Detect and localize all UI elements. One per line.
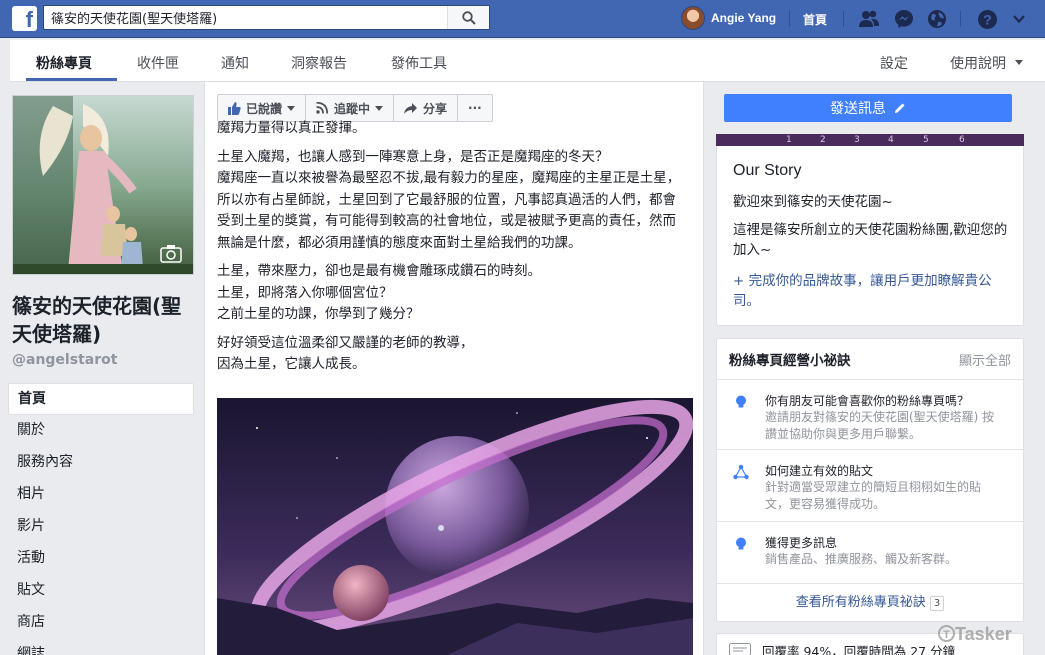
facebook-logo-icon[interactable]: f <box>12 6 37 31</box>
tip-item[interactable]: 獲得更多訊息 銷售產品、推廣服務、觸及新客群。 <box>717 521 1023 583</box>
left-nav-events[interactable]: 活動 <box>8 543 194 575</box>
search-button[interactable] <box>447 6 489 29</box>
see-all-tips-link[interactable]: 查看所有粉絲專頁祕訣 3 <box>717 583 1023 621</box>
strip-number: 2 <box>820 135 826 145</box>
tab-inbox[interactable]: 收件匣 <box>137 53 179 73</box>
tip-title: 如何建立有效的貼文 <box>765 464 874 478</box>
strip-number: 1 <box>786 135 792 145</box>
strip-number: 5 <box>923 135 929 145</box>
user-name-link[interactable]: Angie Yang <box>711 11 776 25</box>
svg-text:?: ? <box>983 11 992 27</box>
pencil-icon <box>895 103 905 113</box>
post-body: 魔羯力量得以真正發揮。 土星入魔羯，也讓人感到一陣寒意上身，是否正是魔羯座的冬天… <box>217 120 687 383</box>
tab-page[interactable]: 粉絲專頁 <box>36 53 92 73</box>
caret-down-icon[interactable] <box>1008 8 1030 30</box>
profile-picture[interactable] <box>12 95 194 275</box>
friends-icon[interactable] <box>858 8 880 30</box>
tip-title: 你有朋友可能會喜歡你的粉絲專頁嗎？ <box>765 394 970 408</box>
left-nav-photos[interactable]: 相片 <box>8 479 194 511</box>
tip-item[interactable]: 你有朋友可能會喜歡你的粉絲專頁嗎？ 邀請朋友對篠安的天使花園(聖天使塔羅) 按讚… <box>717 379 1023 449</box>
left-nav-posts[interactable]: 貼文 <box>8 575 194 607</box>
post-paragraph: 土星，帶來壓力，卻也是最有機會雕琢成鑽石的時刻。 土星，即將落入你哪個宮位？ 之… <box>217 263 541 322</box>
tips-title: 粉絲專頁經營小祕訣 <box>729 353 851 369</box>
strip-number: 4 <box>888 135 894 145</box>
caret-down-icon <box>287 105 296 111</box>
share-nodes-icon <box>733 464 749 480</box>
left-nav-about[interactable]: 關於 <box>8 415 194 447</box>
search-input[interactable] <box>44 6 449 29</box>
svg-text:T: T <box>943 629 950 641</box>
rss-icon <box>316 102 329 114</box>
left-nav: 首頁 關於 服務內容 相片 影片 活動 貼文 商店 網誌 <box>8 383 194 655</box>
following-label: 追蹤中 <box>334 101 371 116</box>
help-menu[interactable]: 使用說明 <box>950 53 1006 73</box>
tip-item[interactable]: 如何建立有效的貼文 針對適當受眾建立的簡短且栩栩如生的貼文，更容易獲得成功。 <box>717 449 1023 521</box>
tab-publishing-tools[interactable]: 發佈工具 <box>391 53 447 73</box>
left-nav-home[interactable]: 首頁 <box>8 383 194 415</box>
left-nav-notes[interactable]: 網誌 <box>8 639 194 655</box>
caret-down-icon[interactable] <box>1015 60 1023 65</box>
send-message-button[interactable]: 發送訊息 <box>724 94 1012 122</box>
tip-description: 邀請朋友對篠安的天使花園(聖天使塔羅) 按讚並協助你與更多用戶聯繫。 <box>765 410 995 441</box>
post-paragraph: 土星入魔羯，也讓人感到一陣寒意上身，是否正是魔羯座的冬天？ 魔羯座一直以來被譽為… <box>217 148 681 251</box>
search-box <box>43 5 490 30</box>
help-icon[interactable]: ? <box>976 8 998 30</box>
tip-description: 針對適當受眾建立的簡短且栩栩如生的貼文，更容易獲得成功。 <box>765 480 982 511</box>
left-nav-videos[interactable]: 影片 <box>8 511 194 543</box>
more-options-icon: ··· <box>468 101 482 115</box>
watermark-text: Tasker <box>955 624 1012 644</box>
page-title[interactable]: 篠安的天使花園(聖天使塔羅) <box>12 292 198 348</box>
page-nav: 粉絲專頁 收件匣 通知 洞察報告 發佈工具 設定 使用說明 <box>10 40 1045 82</box>
tip-title: 獲得更多訊息 <box>765 536 838 550</box>
story-welcome: 歡迎來到篠安的天使花園~ <box>733 194 893 210</box>
post-paragraph: 好好領受這位溫柔卻又嚴謹的老師的教導， 因為土星，它讓人成長。 <box>217 334 474 373</box>
left-nav-services[interactable]: 服務內容 <box>8 447 194 479</box>
thumbs-up-icon <box>228 101 241 115</box>
see-all-tips-label: 查看所有粉絲專頁祕訣 <box>795 595 926 610</box>
user-avatar[interactable] <box>681 6 705 30</box>
tip-description: 銷售產品、推廣服務、觸及新客群。 <box>765 552 958 566</box>
divider <box>789 11 790 27</box>
strip-number: 6 <box>959 135 965 145</box>
settings-link[interactable]: 設定 <box>880 53 908 73</box>
strip-number: 3 <box>854 135 860 145</box>
send-message-label: 發送訊息 <box>830 101 886 117</box>
cover-strip: 1 2 3 4 5 6 <box>716 134 1024 146</box>
liked-label: 已說讚 <box>246 101 283 116</box>
divider <box>843 11 844 27</box>
home-link[interactable]: 首頁 <box>803 11 827 28</box>
lightbulb-icon <box>736 537 746 550</box>
post-line: 魔羯力量得以真正發揮。 <box>217 120 366 136</box>
logo-letter: f <box>25 7 33 31</box>
tips-count-badge: 3 <box>929 596 945 611</box>
post-image[interactable] <box>217 398 693 655</box>
tasker-watermark: T Tasker <box>938 624 1012 645</box>
chat-bubble-icon <box>729 643 751 655</box>
share-label: 分享 <box>423 101 448 116</box>
tasker-logo-icon: T <box>938 625 955 642</box>
caret-down-icon <box>375 105 384 111</box>
share-arrow-icon <box>404 102 418 114</box>
globe-icon[interactable] <box>926 8 948 30</box>
messenger-icon[interactable] <box>893 8 915 30</box>
our-story-card: Our Story 歡迎來到篠安的天使花園~ 這裡是篠安所創立的天使花園粉絲團,… <box>716 146 1024 326</box>
left-nav-shop[interactable]: 商店 <box>8 607 194 639</box>
story-title: Our Story <box>733 162 802 179</box>
show-all-link[interactable]: 顯示全部 <box>959 350 1011 369</box>
response-rate-text: 回覆率 94%，回覆時間為 27 分鐘 <box>762 644 956 655</box>
page-tips-card: 粉絲專頁經營小祕訣 顯示全部 你有朋友可能會喜歡你的粉絲專頁嗎？ 邀請朋友對篠安… <box>716 338 1024 622</box>
tab-insights[interactable]: 洞察報告 <box>291 53 347 73</box>
page-handle[interactable]: @angelstarot <box>12 352 117 368</box>
lightbulb-icon <box>736 395 746 408</box>
search-icon <box>461 10 476 25</box>
divider <box>960 11 961 27</box>
complete-story-link[interactable]: + 完成你的品牌故事，讓用戶更加瞭解貴公司。 <box>733 272 1013 311</box>
top-bar: f Angie Yang 首頁 ? <box>0 0 1045 38</box>
active-tab-indicator <box>26 78 117 81</box>
main-feed: 已說讚 追蹤中 分享 ··· 魔羯力量得以真正發揮。 土星入魔羯，也讓人感到一陣… <box>204 82 704 655</box>
tab-notifications[interactable]: 通知 <box>221 53 249 73</box>
story-description: 這裡是篠安所創立的天使花園粉絲團,歡迎您的加入~ <box>733 222 1008 258</box>
